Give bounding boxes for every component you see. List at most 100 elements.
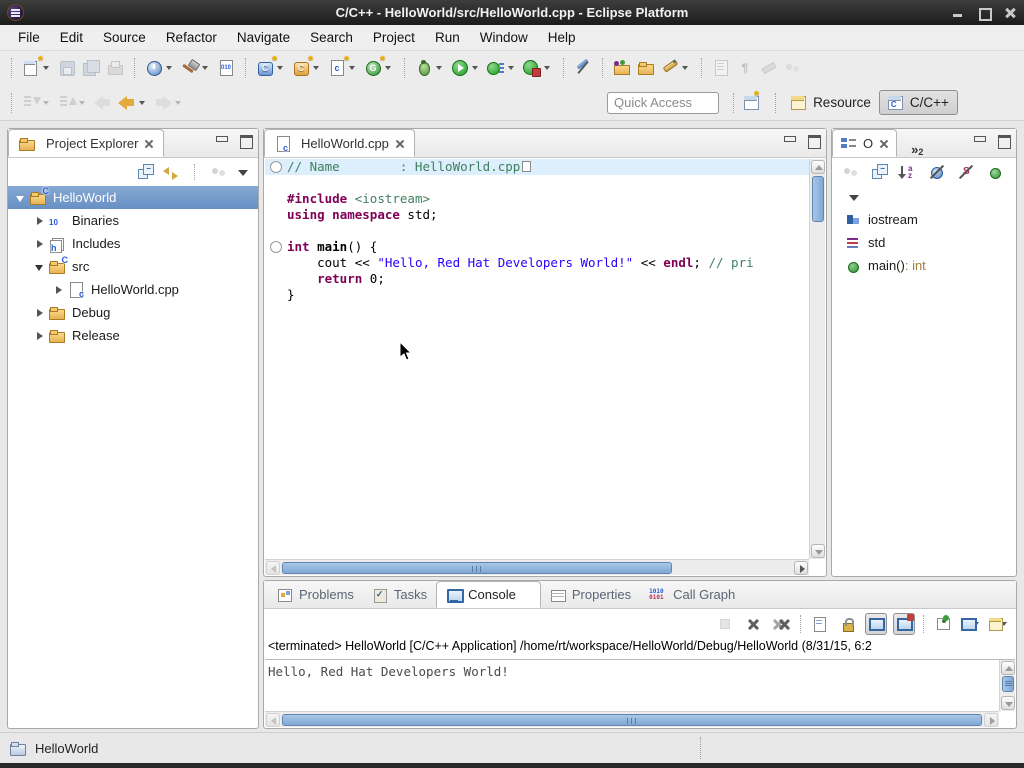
- collapse-arrow-icon[interactable]: [33, 260, 47, 274]
- maximize-window-icon[interactable]: [978, 7, 990, 19]
- pin-console-button[interactable]: [932, 613, 954, 635]
- collapse-arrow-icon[interactable]: [14, 191, 28, 205]
- run-history-button[interactable]: [485, 57, 519, 79]
- outline-collapse-all-icon[interactable]: [871, 164, 888, 180]
- minimize-window-icon[interactable]: [952, 7, 964, 19]
- tab-call-graph[interactable]: 10100101Call Graph: [640, 581, 744, 608]
- scroll-down-icon[interactable]: [811, 544, 825, 558]
- menu-run[interactable]: Run: [425, 26, 470, 49]
- tab-outline[interactable]: O: [832, 129, 897, 157]
- expand-arrow-icon[interactable]: [33, 237, 47, 251]
- maximize-editor-icon[interactable]: [808, 135, 820, 146]
- tree-item-helloworld[interactable]: CHelloWorld: [8, 186, 258, 209]
- profile-button[interactable]: [521, 57, 555, 79]
- expand-arrow-icon[interactable]: [33, 214, 47, 228]
- console-vscroll-thumb[interactable]: [1002, 676, 1014, 692]
- run-button[interactable]: [449, 57, 483, 79]
- menu-source[interactable]: Source: [93, 26, 156, 49]
- tree-item-release[interactable]: Release: [8, 324, 258, 347]
- tree-item-src[interactable]: Csrc: [8, 255, 258, 278]
- console-horizontal-scrollbar[interactable]: [265, 711, 999, 727]
- console-vertical-scrollbar[interactable]: [999, 660, 1015, 711]
- save-button[interactable]: [56, 57, 78, 79]
- minimize-outline-icon[interactable]: [974, 135, 986, 146]
- display-console-button[interactable]: [960, 613, 982, 635]
- remove-launch-button[interactable]: [742, 613, 764, 635]
- show-console-stdout-button[interactable]: [865, 613, 887, 635]
- build-button[interactable]: [179, 57, 213, 79]
- format-button[interactable]: [758, 57, 780, 79]
- launch-timer-button[interactable]: [143, 57, 177, 79]
- open-perspective-button[interactable]: *: [742, 93, 767, 112]
- console-hscroll-thumb[interactable]: [282, 714, 982, 726]
- mark-occurrences-button[interactable]: [572, 57, 594, 79]
- last-edit-location-button[interactable]: [710, 57, 732, 79]
- expand-arrow-icon[interactable]: [52, 283, 66, 297]
- view-menu-icon[interactable]: [235, 164, 252, 180]
- tab-project-explorer[interactable]: Project Explorer: [8, 129, 164, 157]
- remove-all-launches-button[interactable]: [770, 613, 792, 635]
- menu-window[interactable]: Window: [470, 26, 538, 49]
- code-line[interactable]: cout << "Hello, Red Hat Developers World…: [265, 255, 809, 271]
- perspective-cpp-button[interactable]: CC/C++: [879, 90, 958, 115]
- save-all-button[interactable]: [80, 57, 102, 79]
- outline-view-menu-icon[interactable]: [846, 189, 863, 205]
- sort-icon[interactable]: [900, 164, 917, 180]
- new-wizard-button[interactable]: *: [20, 57, 54, 79]
- code-line[interactable]: [265, 175, 809, 191]
- gcov-button[interactable]: G*: [362, 57, 396, 79]
- code-line[interactable]: #include <iostream>: [265, 191, 809, 207]
- clear-console-button[interactable]: [809, 613, 831, 635]
- console-scroll-up-icon[interactable]: [1001, 661, 1015, 675]
- close-console-icon[interactable]: [522, 590, 531, 599]
- outline-item-main[interactable]: main() : int: [832, 254, 1016, 277]
- close-window-icon[interactable]: [1004, 7, 1016, 19]
- fold-plus-icon[interactable]: +: [265, 159, 287, 175]
- expand-arrow-icon[interactable]: [33, 329, 47, 343]
- editor-hscroll-thumb[interactable]: [282, 562, 672, 574]
- maximize-view-icon[interactable]: [240, 135, 252, 146]
- code-line[interactable]: [265, 223, 809, 239]
- expand-arrow-icon[interactable]: [33, 306, 47, 320]
- hidden-views-chevron[interactable]: »2: [911, 142, 923, 157]
- code-line[interactable]: −int main() {: [265, 239, 809, 255]
- editor-vscroll-thumb[interactable]: [812, 176, 824, 222]
- collapse-all-icon[interactable]: [137, 164, 154, 180]
- console-scroll-down-icon[interactable]: [1001, 696, 1015, 710]
- fold-minus-icon[interactable]: −: [265, 239, 287, 255]
- perspective-resource-button[interactable]: Resource: [783, 91, 879, 114]
- console-scroll-left-icon[interactable]: [266, 713, 280, 727]
- outline-item-std[interactable]: std: [832, 231, 1016, 254]
- debug-button[interactable]: [413, 57, 447, 79]
- new-c-project-button[interactable]: C*: [290, 57, 324, 79]
- outline-item-iostream[interactable]: iostream: [832, 208, 1016, 231]
- open-resource-button[interactable]: [635, 57, 657, 79]
- editor-horizontal-scrollbar[interactable]: [265, 559, 809, 575]
- code-line[interactable]: +// Name : HelloWorld.cpp: [265, 159, 809, 175]
- menu-project[interactable]: Project: [363, 26, 425, 49]
- code-line[interactable]: }: [265, 287, 809, 303]
- code-area[interactable]: +// Name : HelloWorld.cpp #include <iostr…: [265, 159, 809, 559]
- menu-edit[interactable]: Edit: [50, 26, 93, 49]
- menu-refactor[interactable]: Refactor: [156, 26, 227, 49]
- view-options-icon[interactable]: [210, 164, 227, 180]
- tab-properties[interactable]: Properties: [541, 581, 640, 608]
- tree-item-debug[interactable]: Debug: [8, 301, 258, 324]
- menu-help[interactable]: Help: [538, 26, 586, 49]
- code-line[interactable]: using namespace std;: [265, 207, 809, 223]
- tab-tasks[interactable]: Tasks: [363, 581, 436, 608]
- code-line[interactable]: return 0;: [265, 271, 809, 287]
- tree-item-includes[interactable]: hIncludes: [8, 232, 258, 255]
- hide-fields-icon[interactable]: [929, 164, 946, 180]
- hide-non-public-members-icon[interactable]: [987, 164, 1004, 180]
- scroll-lock-button[interactable]: [837, 613, 859, 635]
- open-console-button[interactable]: [988, 613, 1010, 635]
- tab-helloworld-cpp[interactable]: c HelloWorld.cpp: [264, 129, 415, 157]
- console-scroll-right-icon[interactable]: [984, 713, 998, 727]
- terminate-button[interactable]: [714, 613, 736, 635]
- forward-button[interactable]: [152, 94, 186, 112]
- new-c-file-button[interactable]: c*: [326, 57, 360, 79]
- outline-options-icon[interactable]: [842, 164, 859, 180]
- previous-annotation-button[interactable]: [56, 92, 90, 114]
- menu-search[interactable]: Search: [300, 26, 363, 49]
